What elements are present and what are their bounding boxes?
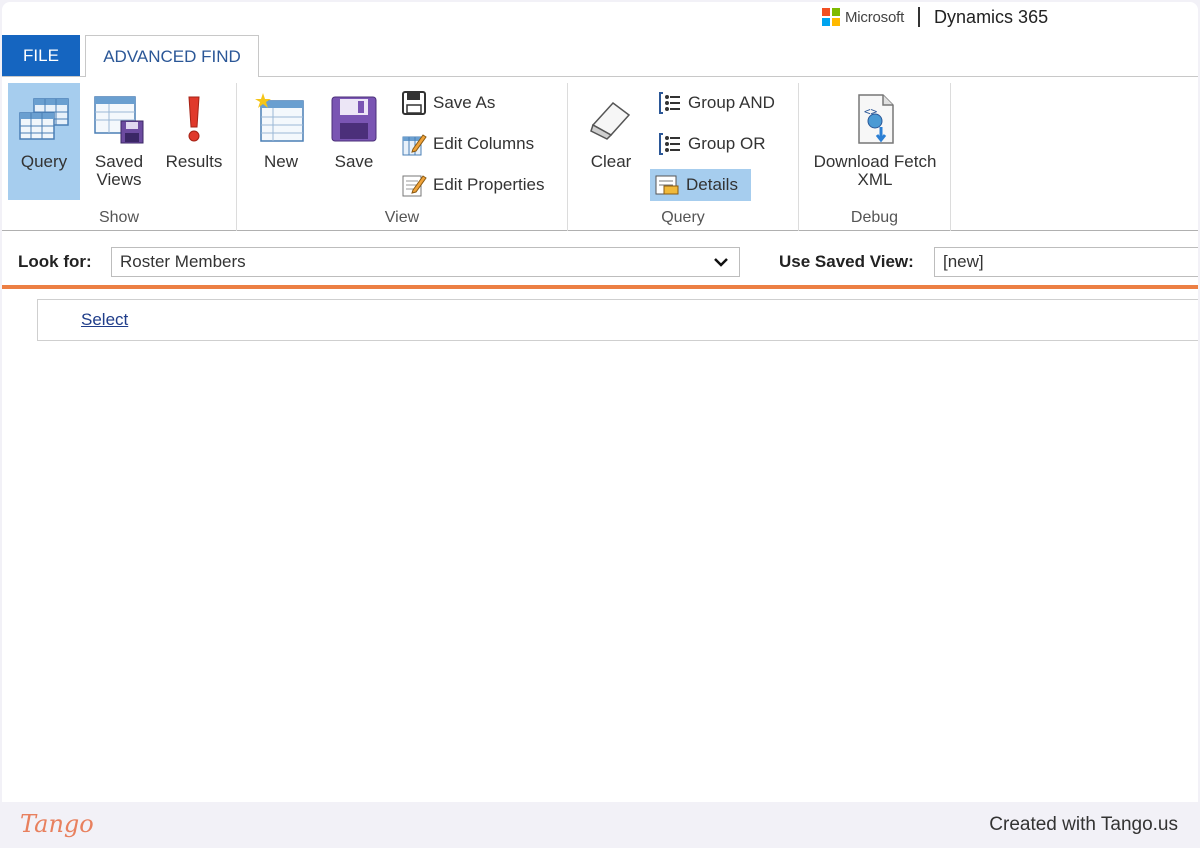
query-grid-icon <box>19 98 69 140</box>
saved-view-value: [new] <box>943 252 984 271</box>
clear-button[interactable]: Clear <box>576 83 646 200</box>
group-label-show: Show <box>98 209 140 226</box>
edit-properties-icon <box>402 175 427 197</box>
saved-views-label-2: Views <box>96 170 142 189</box>
entity-select[interactable]: Roster Members <box>111 247 740 277</box>
tab-advanced-find[interactable]: ADVANCED FIND <box>85 35 259 77</box>
exclamation-icon <box>188 96 200 142</box>
group-and-icon <box>659 92 680 114</box>
chevron-down-icon <box>714 258 728 267</box>
new-view-icon <box>255 93 304 142</box>
save-as-icon <box>402 91 426 115</box>
created-with-credit: Created with Tango.us <box>989 814 1178 835</box>
details-button[interactable]: Details <box>650 169 751 201</box>
ribbon-group-view: New Save Save As Edit Columns Edit Prope… <box>237 83 568 231</box>
select-link[interactable]: Select <box>81 310 128 330</box>
look-for-row: Look for: Roster Members Use Saved View:… <box>2 245 1198 281</box>
edit-columns-icon <box>402 134 427 156</box>
edit-columns-button[interactable]: Edit Columns <box>397 128 540 160</box>
entity-select-value: Roster Members <box>120 252 246 271</box>
details-icon <box>655 175 679 195</box>
ribbon-group-query: Clear Group AND Group OR Details Query <box>568 83 799 231</box>
ribbon-group-show: Query Saved Views Results Show <box>2 83 237 231</box>
group-and-button[interactable]: Group AND <box>652 87 781 119</box>
download-label-2: XML <box>857 170 893 189</box>
edit-properties-button[interactable]: Edit Properties <box>397 169 551 201</box>
criteria-panel: Select <box>37 299 1198 341</box>
download-label-1: Download Fetch <box>813 152 937 171</box>
product-name: Dynamics 365 <box>934 6 1049 27</box>
save-as-button[interactable]: Save As <box>397 87 501 119</box>
results-button[interactable]: Results <box>158 83 230 200</box>
footer: Tango Created with Tango.us <box>0 802 1200 848</box>
use-saved-view-label: Use Saved View: <box>779 252 914 271</box>
eraser-icon <box>590 101 631 140</box>
save-button[interactable]: Save <box>321 83 387 200</box>
group-or-icon <box>659 133 680 155</box>
group-or-button[interactable]: Group OR <box>652 128 771 160</box>
group-label-view: View <box>384 209 420 226</box>
group-label-query: Query <box>661 209 705 226</box>
group-label-debug: Debug <box>850 209 899 226</box>
accent-divider <box>2 285 1198 289</box>
new-label: New <box>263 152 298 171</box>
query-button[interactable]: Query <box>8 83 80 200</box>
save-as-label: Save As <box>433 93 496 112</box>
brand-bar: Microsoft Dynamics 365 <box>822 6 1048 28</box>
microsoft-logo-icon <box>822 8 840 26</box>
details-label: Details <box>686 175 738 194</box>
edit-columns-label: Edit Columns <box>433 134 535 153</box>
tab-file[interactable]: FILE <box>2 35 80 76</box>
query-label: Query <box>20 152 68 171</box>
saved-views-label-1: Saved <box>94 152 144 171</box>
save-label: Save <box>334 152 374 171</box>
saved-views-button[interactable]: Saved Views <box>84 83 154 200</box>
results-label: Results <box>165 152 223 171</box>
group-or-label: Group OR <box>688 134 766 153</box>
microsoft-label: Microsoft <box>845 8 905 26</box>
clear-label: Clear <box>590 152 632 171</box>
edit-properties-label: Edit Properties <box>433 175 545 194</box>
saved-views-icon <box>94 96 144 144</box>
app-window: Microsoft Dynamics 365 FILE ADVANCED FIN… <box>2 2 1198 802</box>
xml-document-icon: <> <box>858 94 894 144</box>
ribbon-group-debug: <> Download Fetch XML Debug <box>799 83 951 231</box>
download-fetch-xml-button[interactable]: <> Download Fetch XML <box>805 83 945 200</box>
look-for-label: Look for: <box>18 252 92 271</box>
new-button[interactable]: New <box>249 83 313 200</box>
floppy-disk-icon <box>331 96 377 142</box>
ribbon: Query Saved Views Results Show New Save … <box>2 76 1198 231</box>
tango-logo: Tango <box>20 810 94 838</box>
brand-divider <box>918 7 921 27</box>
saved-view-select[interactable]: [new] <box>934 247 1198 277</box>
group-and-label: Group AND <box>688 93 775 112</box>
